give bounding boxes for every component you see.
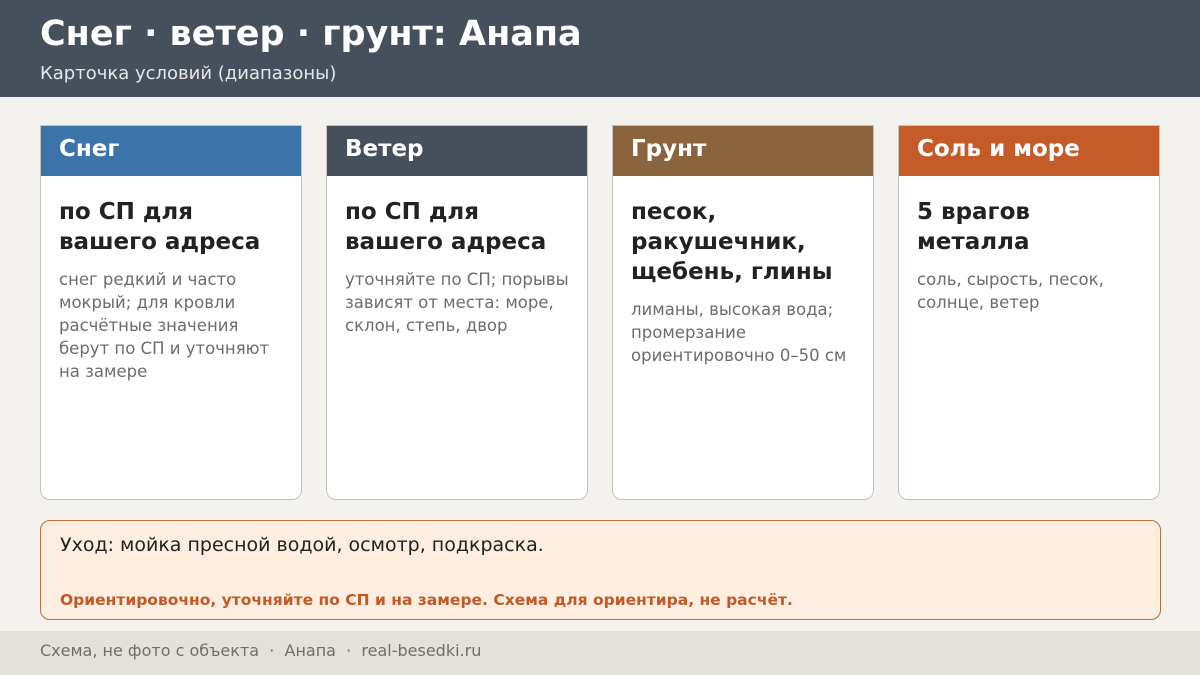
- card-header: Соль и море: [899, 126, 1159, 176]
- card-wind: Ветер по СП для вашего адреса уточняйте …: [326, 125, 588, 500]
- card-note: уточняйте по СП; порывы зависят от места…: [345, 270, 569, 335]
- footer-text: Схема, не фото с объекта · Анапа · real-…: [40, 641, 482, 660]
- card-note: соль, сырость, песок, солнце, ветер: [917, 270, 1104, 312]
- card-snow: Снег по СП для вашего адреса снег редкий…: [40, 125, 302, 500]
- card-value: 5 врагов металла: [917, 199, 1030, 255]
- card-soil: Грунт песок, ракушечник, щебень, глины л…: [612, 125, 874, 500]
- header-bar: Снег · ветер · грунт: Анапа Карточка усл…: [0, 0, 1200, 97]
- care-text: Уход: мойка пресной водой, осмотр, подкр…: [60, 534, 544, 556]
- card-salt-sea: Соль и море 5 врагов металла соль, сырос…: [898, 125, 1160, 500]
- card-header: Грунт: [613, 126, 873, 176]
- care-note-box: Уход: мойка пресной водой, осмотр, подкр…: [40, 520, 1161, 620]
- card-value: песок, ракушечник, щебень, глины: [631, 199, 833, 285]
- card-note: снег редкий и часто мокрый; для кровли р…: [59, 270, 270, 381]
- card-value: по СП для вашего адреса: [59, 199, 261, 255]
- card-header: Снег: [41, 126, 301, 176]
- card-note: лиманы, высокая вода; промерзание ориент…: [631, 300, 847, 365]
- card-header: Ветер: [327, 126, 587, 176]
- card-value: по СП для вашего адреса: [345, 199, 547, 255]
- page-subtitle: Карточка условий (диапазоны): [40, 63, 337, 84]
- disclaimer-text: Ориентировочно, уточняйте по СП и на зам…: [60, 591, 793, 609]
- page-title: Снег · ветер · грунт: Анапа: [40, 14, 582, 54]
- footer-bar: Схема, не фото с объекта · Анапа · real-…: [0, 631, 1200, 675]
